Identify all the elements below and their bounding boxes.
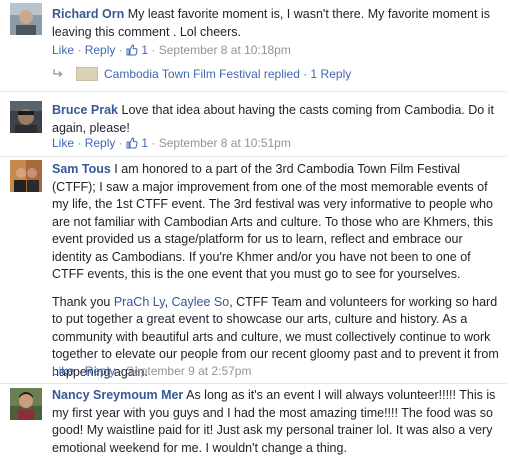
like-count[interactable]: 1 xyxy=(126,136,148,150)
comment-nancy-sreymoum-mer: Nancy Sreymoum Mer As long as it's an ev… xyxy=(52,387,500,457)
comment-body: Richard Orn My least favorite moment is,… xyxy=(52,6,500,41)
comment-text: Love that idea about having the casts co… xyxy=(52,103,494,135)
comment-author[interactable]: Sam Tous xyxy=(52,162,111,176)
reply-page-name[interactable]: Cambodia Town Film Festival xyxy=(104,67,261,81)
comment-actions: Like · Reply · 1 · September 8 at 10:18p… xyxy=(52,43,291,57)
comment-bruce-prak: Bruce Prak Love that idea about having t… xyxy=(52,102,500,137)
tagged-user-prach-ly[interactable]: PraCh Ly xyxy=(114,295,165,309)
reply-arrow-icon xyxy=(53,69,63,77)
avatar-nancy-sreymoum-mer[interactable] xyxy=(10,388,42,420)
comment-author[interactable]: Bruce Prak xyxy=(52,103,118,117)
reply-button[interactable]: Reply xyxy=(85,364,116,378)
comment-sam-tous: Sam Tous I am honored to a part of the 3… xyxy=(52,161,500,381)
reply-button[interactable]: Reply xyxy=(85,43,116,57)
thumbs-up-icon xyxy=(126,44,138,56)
avatar-bruce-prak[interactable] xyxy=(10,101,42,133)
avatar-richard-orn[interactable] xyxy=(10,3,42,35)
replied-label: replied xyxy=(263,67,300,81)
comment-divider xyxy=(0,383,507,384)
tagged-user-caylee-so[interactable]: Caylee So xyxy=(172,295,230,309)
comment-actions: Like · Reply · 1 · September 8 at 10:51p… xyxy=(52,136,291,150)
like-button[interactable]: Like xyxy=(52,364,74,378)
comment-richard-orn: Richard Orn My least favorite moment is,… xyxy=(52,6,500,41)
comment-divider xyxy=(0,91,507,92)
page-avatar xyxy=(76,67,98,81)
reply-button[interactable]: Reply xyxy=(85,136,116,150)
comment-author[interactable]: Richard Orn xyxy=(52,7,124,21)
comment-actions: Like · Reply · September 9 at 2:57pm xyxy=(52,364,252,378)
reply-count[interactable]: 1 Reply xyxy=(311,67,352,81)
comment-text: I am honored to a part of the 3rd Cambod… xyxy=(52,162,493,281)
replies-summary[interactable]: Cambodia Town Film Festival replied · 1 … xyxy=(52,64,351,84)
comment-timestamp[interactable]: September 8 at 10:18pm xyxy=(159,43,291,57)
comment-body: Bruce Prak Love that idea about having t… xyxy=(52,102,500,137)
comment-body: Sam Tous I am honored to a part of the 3… xyxy=(52,161,500,284)
avatar-sam-tous[interactable] xyxy=(10,160,42,192)
comment-timestamp[interactable]: September 8 at 10:51pm xyxy=(159,136,291,150)
thumbs-up-icon xyxy=(126,137,138,149)
comment-timestamp[interactable]: September 9 at 2:57pm xyxy=(126,364,251,378)
like-button[interactable]: Like xyxy=(52,43,74,57)
comment-divider xyxy=(0,156,507,157)
like-button[interactable]: Like xyxy=(52,136,74,150)
comment-author[interactable]: Nancy Sreymoum Mer xyxy=(52,388,183,402)
like-count[interactable]: 1 xyxy=(126,43,148,57)
comment-body: Nancy Sreymoum Mer As long as it's an ev… xyxy=(52,387,500,457)
